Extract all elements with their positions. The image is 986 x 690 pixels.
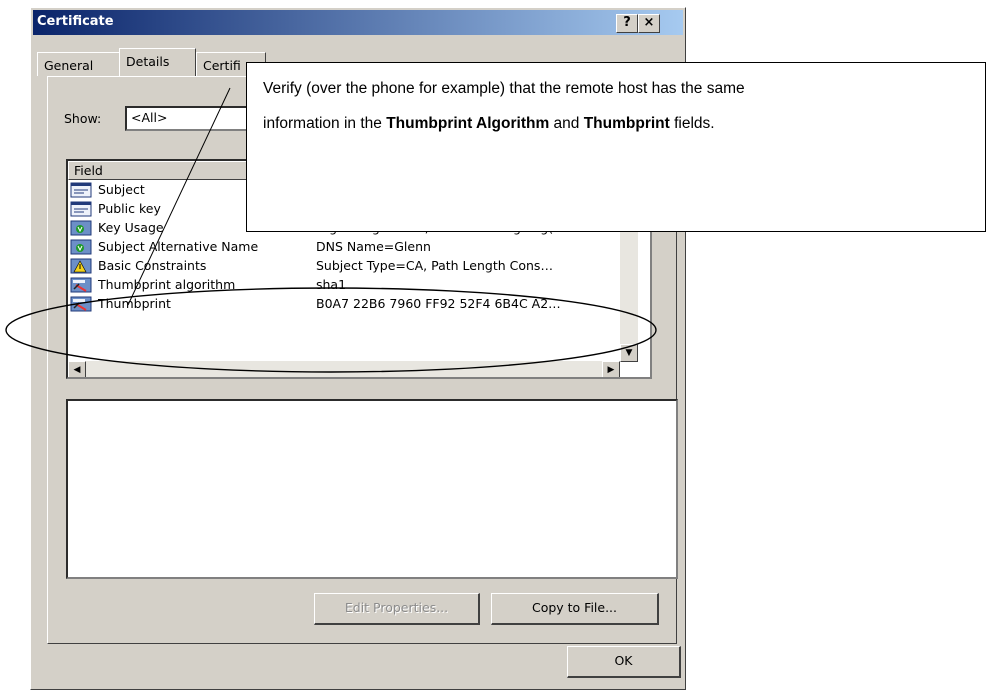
help-icon: ? [623, 15, 631, 30]
window-title: Certificate [37, 14, 114, 29]
tab-general-label: General [44, 58, 94, 73]
list-item-field: Basic Constraints [98, 258, 207, 273]
list-item[interactable]: Thumbprint B0A7 22B6 7960 FF92 52F4 6B4C … [70, 295, 618, 314]
edit-properties-button[interactable]: Edit Properties... [314, 593, 480, 625]
horizontal-scrollbar[interactable]: ◀ ▶ [68, 361, 620, 377]
scroll-down-button[interactable]: ▼ [620, 344, 638, 362]
list-item[interactable]: Subject Alternative Name DNS Name=Glenn [70, 238, 618, 257]
list-item-value: sha1 [316, 277, 347, 292]
copy-to-file-button[interactable]: Copy to File... [491, 593, 659, 625]
close-button[interactable]: × [638, 14, 660, 33]
help-button[interactable]: ? [616, 14, 638, 33]
scroll-right-icon: ▶ [607, 365, 615, 375]
scroll-down-icon: ▼ [625, 348, 633, 358]
title-bar[interactable]: Certificate ? × [33, 10, 683, 35]
callout-line-2: information in the Thumbprint Algorithm … [263, 115, 715, 133]
show-select-value: <All> [131, 110, 168, 125]
scroll-left-button[interactable]: ◀ [68, 361, 86, 377]
list-item-field: Thumbprint algorithm [98, 277, 236, 292]
callout-bold-thumbprint: Thumbprint [583, 115, 670, 132]
copy-to-file-label: Copy to File... [531, 600, 618, 615]
critical-extension-icon [70, 258, 92, 274]
annotation-callout: Verify (over the phone for example) that… [246, 62, 986, 232]
certificate-field-icon [70, 182, 92, 198]
scroll-left-icon: ◀ [73, 365, 81, 375]
list-item-field: Thumbprint [98, 296, 171, 311]
field-value-box[interactable] [66, 399, 678, 579]
list-item-value: DNS Name=Glenn [316, 239, 431, 254]
list-item-field: Subject Alternative Name [98, 239, 259, 254]
property-icon [70, 277, 92, 293]
scroll-right-button[interactable]: ▶ [602, 361, 620, 377]
show-label: Show: [64, 111, 102, 126]
callout-text-a: information in the [263, 115, 387, 132]
list-item[interactable]: Thumbprint algorithm sha1 [70, 276, 618, 295]
column-header-field-label: Field [74, 163, 103, 178]
list-item-value: B0A7 22B6 7960 FF92 52F4 6B4C A2… [316, 296, 561, 311]
callout-line-1: Verify (over the phone for example) that… [263, 80, 745, 97]
list-item[interactable]: Basic Constraints Subject Type=CA, Path L… [70, 257, 618, 276]
edit-properties-label: Edit Properties... [344, 600, 449, 615]
callout-text-b: and [549, 115, 584, 132]
extension-icon [70, 239, 92, 255]
list-item-field: Subject [98, 182, 145, 197]
extension-icon [70, 220, 92, 236]
certificate-field-icon [70, 201, 92, 217]
property-icon [70, 296, 92, 312]
tab-details-label: Details [126, 54, 170, 69]
tab-certification-path-label: Certifi [203, 58, 241, 73]
list-item-field: Public key [98, 201, 161, 216]
ok-label: OK [614, 653, 633, 668]
close-icon: × [643, 15, 655, 30]
list-item-value: Subject Type=CA, Path Length Cons… [316, 258, 553, 273]
callout-bold-thumbprint-algorithm: Thumbprint Algorithm [386, 115, 550, 132]
list-item-field: Key Usage [98, 220, 164, 235]
show-select[interactable]: <All> [125, 106, 255, 131]
ok-button[interactable]: OK [567, 646, 681, 678]
callout-text-c: fields. [669, 115, 715, 132]
tab-general[interactable]: General [37, 52, 120, 76]
tab-details[interactable]: Details [119, 48, 196, 76]
